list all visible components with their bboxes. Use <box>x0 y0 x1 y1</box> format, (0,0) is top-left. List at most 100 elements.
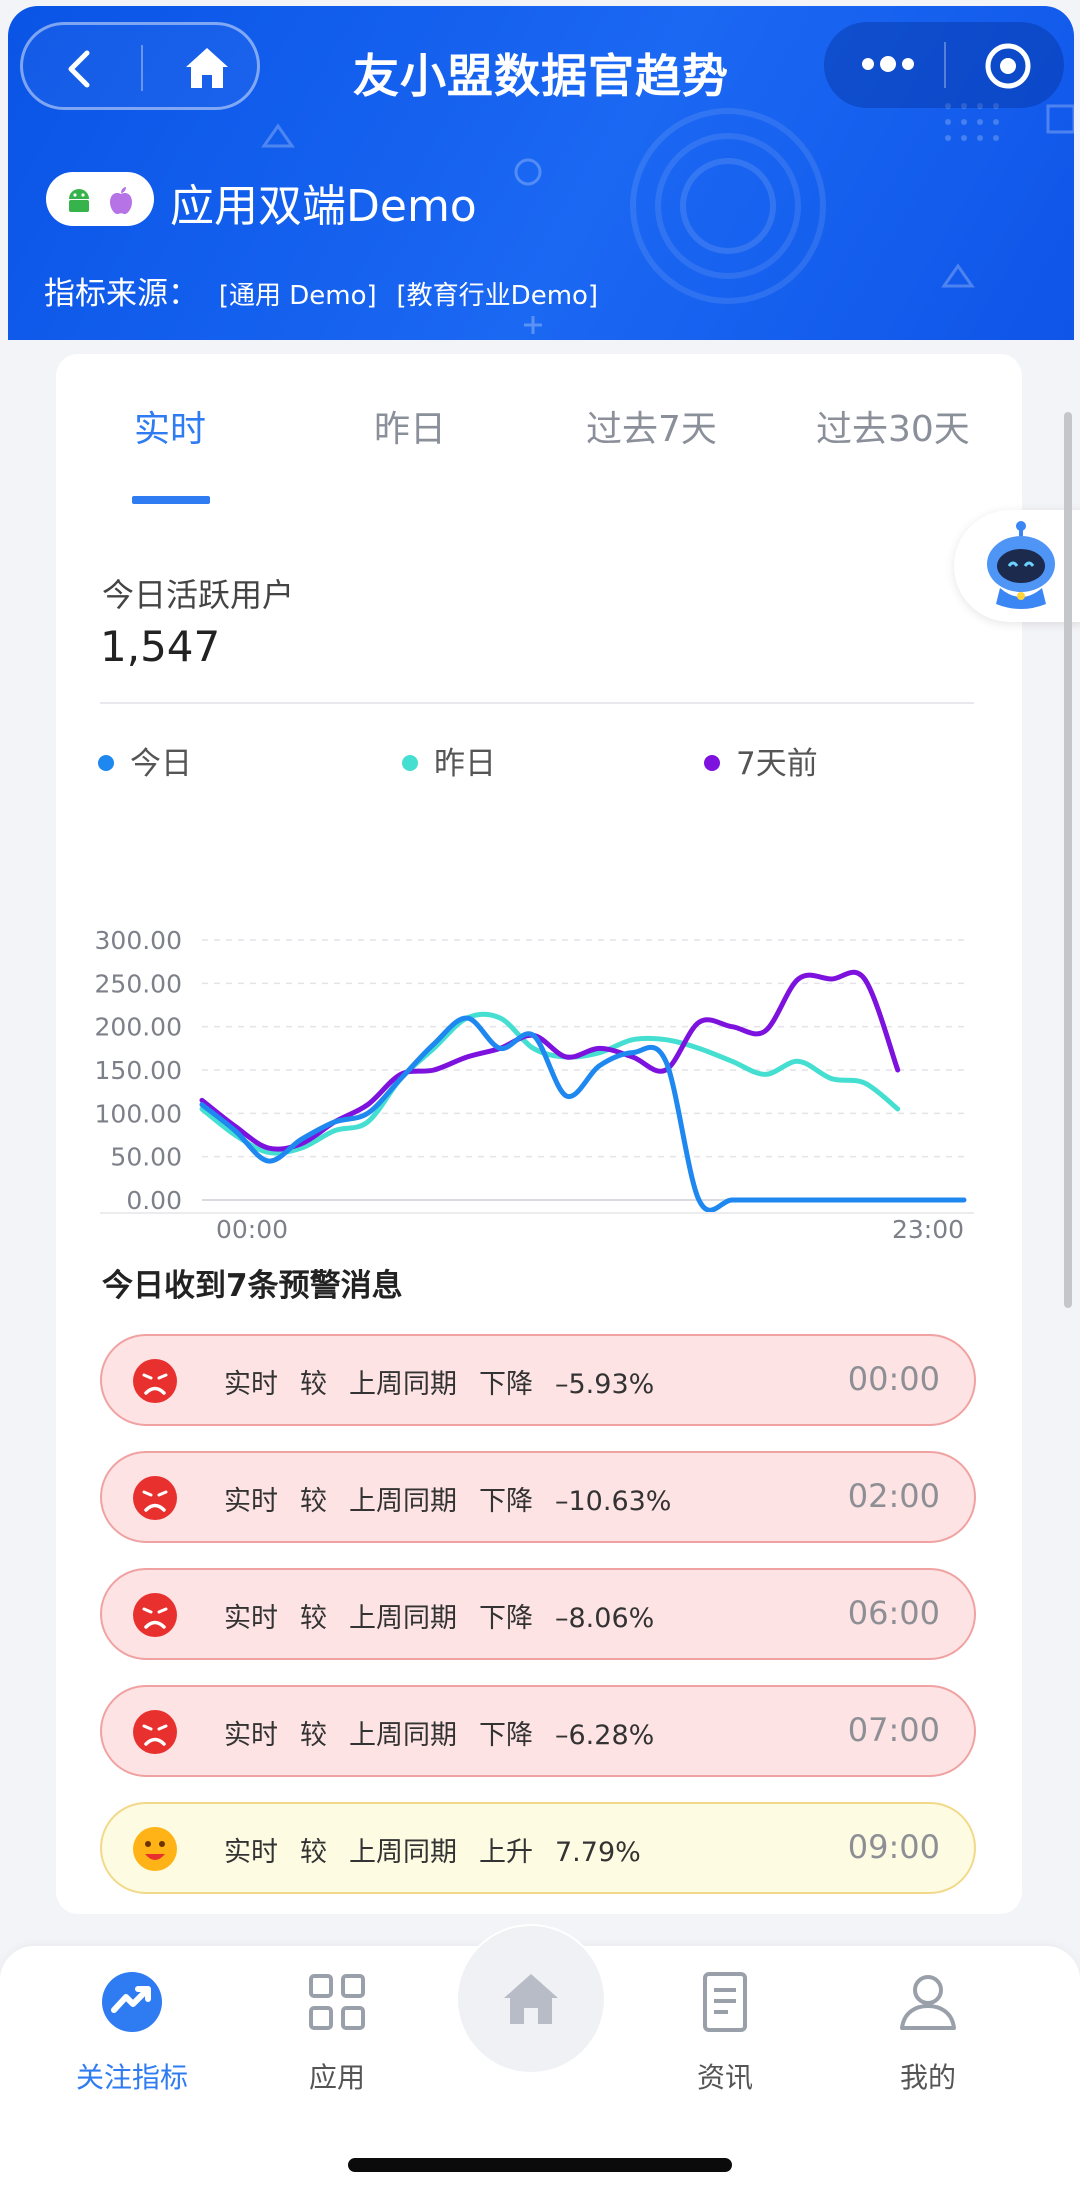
divider <box>100 1212 974 1214</box>
nav-watch-metrics[interactable]: 关注指标 <box>52 1970 212 2096</box>
apps-grid-icon <box>309 1974 365 2030</box>
source-tag-education[interactable]: [教育行业Demo] <box>397 281 599 311</box>
legend-today[interactable]: 今日 <box>98 738 192 783</box>
app-name: 应用双端Demo <box>170 181 477 232</box>
tab-realtime[interactable]: 实时 <box>134 400 206 452</box>
nav-label-apps: 应用 <box>308 2061 365 2094</box>
scrollbar[interactable] <box>1064 412 1072 1308</box>
alert-message-part: 上周同期 <box>349 1603 457 1634</box>
header: 友小盟数据官趋势 应用双端Demo 指标来源： [通用 Demo] [教育行业D… <box>8 6 1074 340</box>
mini-program-menu <box>824 22 1064 108</box>
alert-message-part: 上周同期 <box>349 1720 457 1751</box>
alert-message-part: 较 <box>300 1369 327 1400</box>
alert-message-part: –6.28% <box>555 1720 655 1751</box>
document-icon <box>703 1972 747 2032</box>
alert-item[interactable]: 实时较上周同期 下降 –8.06% 06:00 <box>100 1568 976 1660</box>
legend-label-yesterday: 昨日 <box>434 746 496 782</box>
y-tick-label: 200.00 <box>95 1013 182 1042</box>
alert-message-part: 下降 <box>479 1603 533 1634</box>
legend-yesterday[interactable]: 昨日 <box>402 738 496 783</box>
alert-message: 实时较上周同期 下降 –8.06% <box>224 1596 676 1635</box>
alert-item[interactable]: 实时较上周同期 上升 7.79% 09:00 <box>100 1802 976 1894</box>
robot-icon <box>987 521 1055 609</box>
home-icon <box>504 1974 558 2024</box>
legend-label-7-days-ago: 7天前 <box>736 746 818 782</box>
active-tab-indicator <box>132 496 210 504</box>
nav-label-news: 资讯 <box>696 2061 753 2094</box>
alert-message-part: 较 <box>300 1486 327 1517</box>
alert-message-part: 实时 <box>224 1837 278 1868</box>
alert-message-part: –8.06% <box>555 1603 655 1634</box>
source-label: 指标来源： <box>44 276 199 312</box>
legend-dot-yesterday <box>402 754 418 771</box>
tab-last-30-days[interactable]: 过去30天 <box>816 400 970 452</box>
happy-face-icon <box>133 1827 177 1871</box>
center-home-button[interactable] <box>456 1924 606 2074</box>
sad-face-icon <box>133 1476 177 1520</box>
sad-face-icon <box>133 1710 177 1754</box>
series-line-today <box>199 1015 967 1213</box>
alert-message-part: 下降 <box>479 1486 533 1517</box>
y-tick-label: 300.00 <box>95 926 182 955</box>
home-indicator <box>348 2158 732 2172</box>
nav-label-mine: 我的 <box>899 2061 956 2094</box>
alert-time: 07:00 <box>847 1711 940 1749</box>
alert-message-part: 上周同期 <box>349 1837 457 1868</box>
metric-label: 今日活跃用户 <box>102 576 295 614</box>
y-tick-label: 100.00 <box>95 1099 182 1128</box>
alert-message-part: 7.79% <box>555 1837 641 1868</box>
alert-time: 09:00 <box>847 1828 940 1866</box>
alert-message-part: 较 <box>300 1720 327 1751</box>
alert-message-part: 下降 <box>479 1369 533 1400</box>
nav-mine[interactable]: 我的 <box>848 1970 1008 2096</box>
menu-divider <box>944 42 946 88</box>
series-line-yesterday <box>199 1011 901 1156</box>
close-target-icon[interactable] <box>984 42 1032 90</box>
x-tick-label: 00:00 <box>216 1215 288 1244</box>
metric-source: 指标来源： [通用 Demo] [教育行业Demo] <box>44 268 598 313</box>
legend-dot-7-days-ago <box>704 754 720 771</box>
apple-icon <box>110 187 132 215</box>
alert-message: 实时较上周同期 下降 –5.93% <box>224 1362 676 1401</box>
legend-label-today: 今日 <box>130 746 192 782</box>
nav-apps[interactable]: 应用 <box>257 1970 417 2096</box>
alert-message: 实时较上周同期 下降 –6.28% <box>224 1713 676 1752</box>
alert-message-part: –10.63% <box>555 1486 672 1517</box>
alert-message: 实时较上周同期 上升 7.79% <box>224 1830 663 1869</box>
nav-news[interactable]: 资讯 <box>645 1970 805 2096</box>
source-tag-general[interactable]: [通用 Demo] <box>219 281 377 311</box>
legend-7-days-ago[interactable]: 7天前 <box>704 738 818 783</box>
y-tick-label: 50.00 <box>110 1143 182 1172</box>
user-icon <box>900 1975 956 2030</box>
alert-item[interactable]: 实时较上周同期 下降 –6.28% 07:00 <box>100 1685 976 1777</box>
alerts-title: 今日收到7条预警消息 <box>102 1268 403 1304</box>
alert-time: 06:00 <box>847 1594 940 1632</box>
alert-message-part: 实时 <box>224 1486 278 1517</box>
alert-message-part: 较 <box>300 1603 327 1634</box>
alert-item[interactable]: 实时较上周同期 下降 –10.63% 02:00 <box>100 1451 976 1543</box>
x-tick-label: 23:00 <box>892 1215 964 1244</box>
alert-message-part: 上周同期 <box>349 1369 457 1400</box>
tab-last-7-days[interactable]: 过去7天 <box>586 400 717 452</box>
alert-message-part: 上升 <box>479 1837 533 1868</box>
tab-yesterday[interactable]: 昨日 <box>374 400 446 452</box>
alert-message: 实时较上周同期 下降 –10.63% <box>224 1479 693 1518</box>
alert-message-part: 上周同期 <box>349 1486 457 1517</box>
time-range-tabs: 实时 昨日 过去7天 过去30天 <box>56 354 1022 504</box>
alert-message-part: 实时 <box>224 1369 278 1400</box>
nav-label-watch-metrics: 关注指标 <box>75 2061 188 2094</box>
metric-value: 1,547 <box>100 622 221 671</box>
android-icon <box>69 189 89 212</box>
more-dots-icon[interactable] <box>860 52 916 76</box>
alert-message-part: 较 <box>300 1837 327 1868</box>
divider <box>100 702 974 704</box>
alert-message-part: 实时 <box>224 1720 278 1751</box>
trend-card: 实时 昨日 过去7天 过去30天 今日活跃用户 1,547 今日 昨日 7天前 … <box>56 354 1022 1914</box>
alert-message-part: 下降 <box>479 1720 533 1751</box>
legend-dot-today <box>98 754 114 771</box>
alert-message-part: 实时 <box>224 1603 278 1634</box>
assistant-robot-button[interactable] <box>954 510 1080 622</box>
alert-time: 00:00 <box>847 1360 940 1398</box>
alert-item[interactable]: 实时较上周同期 下降 –5.93% 00:00 <box>100 1334 976 1426</box>
alert-time: 02:00 <box>847 1477 940 1515</box>
